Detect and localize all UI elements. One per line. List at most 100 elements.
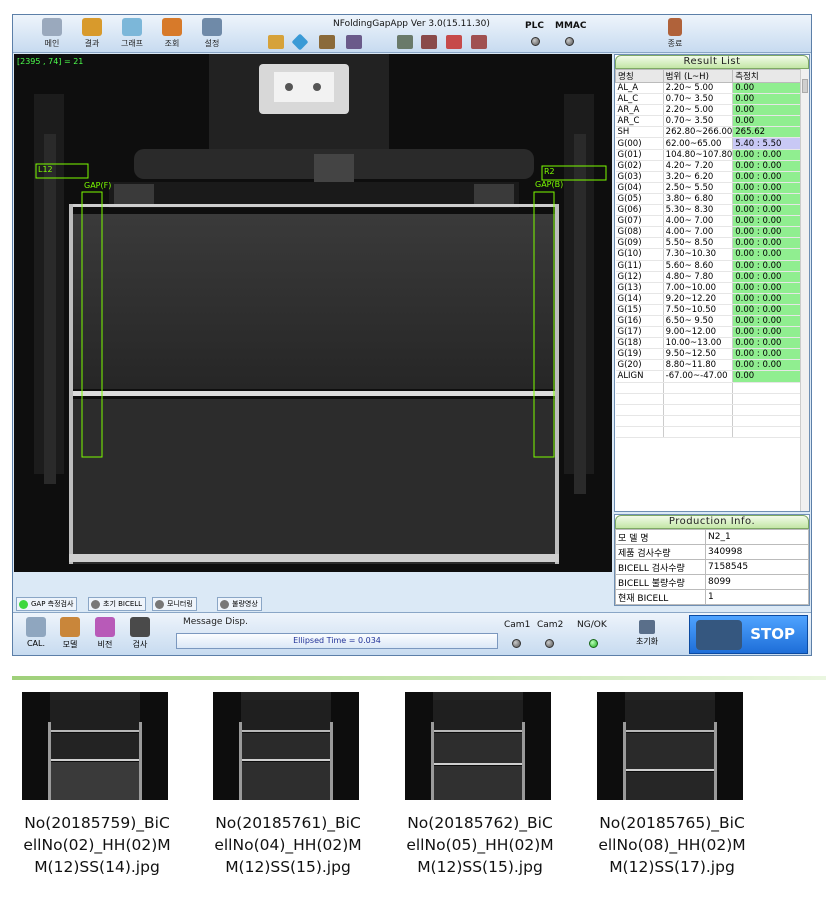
roi-left-gap-label: GAP(F) bbox=[84, 181, 112, 190]
result-name: SH bbox=[615, 126, 664, 139]
tab-defect-image[interactable]: 불량영상 bbox=[217, 597, 262, 611]
camera-icon[interactable] bbox=[319, 35, 335, 49]
tab-label: 초기 BICELL bbox=[103, 600, 143, 608]
result-name: G(07) bbox=[615, 215, 664, 228]
window-icon[interactable] bbox=[471, 35, 487, 49]
reset-button[interactable]: 초기화 bbox=[629, 618, 665, 652]
stop-button[interactable]: STOP bbox=[689, 615, 808, 654]
camera-view[interactable]: [2395 , 74] = 21 L12 GAP(F) R2 GAP(B) bbox=[14, 54, 612, 572]
diamond-icon[interactable] bbox=[291, 33, 309, 51]
result-row[interactable]: G(10) 7.30~10.30 0.00 : 0.00 bbox=[615, 248, 801, 261]
file-item[interactable]: No(20185762)_BiCellNo(05)_HH(02)MM(12)SS… bbox=[405, 692, 555, 878]
tab-monitoring[interactable]: 모니터링 bbox=[152, 597, 197, 611]
result-range: 9.50~12.50 bbox=[663, 348, 734, 361]
copy-icon[interactable] bbox=[397, 35, 413, 49]
result-row[interactable]: G(11) 5.60~ 8.60 0.00 : 0.00 bbox=[615, 260, 801, 272]
col-value-header: 측정치 bbox=[732, 69, 801, 83]
result-row[interactable]: G(12) 4.80~ 7.80 0.00 : 0.00 bbox=[615, 271, 801, 283]
search-icon bbox=[162, 18, 182, 36]
production-value: N2_1 bbox=[705, 529, 809, 545]
thumbnail-image bbox=[22, 692, 168, 800]
result-row[interactable]: G(04) 2.50~ 5.50 0.00 : 0.00 bbox=[615, 182, 801, 194]
settings-label: 설정 bbox=[204, 39, 220, 48]
tab-gap-inspection[interactable]: GAP 측정검사 bbox=[16, 597, 78, 611]
result-range: 3.20~ 6.20 bbox=[663, 171, 734, 183]
result-row[interactable]: G(08) 4.00~ 7.00 0.00 : 0.00 bbox=[615, 226, 801, 239]
result-row[interactable]: AL_A 2.20~ 5.00 0.00 bbox=[615, 82, 801, 95]
file-item[interactable]: No(20185765)_BiCellNo(08)_HH(02)MM(12)SS… bbox=[597, 692, 747, 878]
settings-button[interactable]: 설정 bbox=[195, 18, 229, 50]
result-value: 0.00 : 0.00 bbox=[732, 171, 801, 183]
result-row[interactable]: G(09) 5.50~ 8.50 0.00 : 0.00 bbox=[615, 237, 801, 250]
gear-icon bbox=[696, 620, 742, 650]
grid-icon[interactable] bbox=[446, 35, 462, 49]
result-value: 0.00 : 0.00 bbox=[732, 248, 801, 261]
result-range: -67.00~-47.00 bbox=[663, 370, 734, 383]
result-row[interactable]: G(01) 104.80~107.80 0.00 : 0.00 bbox=[615, 149, 801, 161]
file-thumbnail bbox=[22, 692, 168, 800]
graph-button[interactable]: 그래프 bbox=[115, 18, 149, 50]
result-name: G(12) bbox=[615, 271, 664, 283]
result-row[interactable]: G(06) 5.30~ 8.30 0.00 : 0.00 bbox=[615, 204, 801, 217]
production-row: BICELL 검사수량 7158545 bbox=[615, 559, 809, 575]
main-icon bbox=[42, 18, 62, 36]
inspect-icon bbox=[130, 617, 150, 637]
tab-status-dot bbox=[220, 600, 229, 609]
thumbnail-image bbox=[405, 692, 551, 800]
ngok-status-led bbox=[589, 639, 598, 648]
result-scrollbar[interactable] bbox=[800, 69, 809, 511]
empty-row bbox=[615, 393, 801, 405]
result-row[interactable]: ALIGN -67.00~-47.00 0.00 bbox=[615, 370, 801, 383]
inspect-label: 검사 bbox=[132, 640, 148, 649]
calibration-button[interactable]: CAL. bbox=[21, 617, 51, 653]
result-row[interactable]: AL_C 0.70~ 3.50 0.00 bbox=[615, 93, 801, 106]
result-row[interactable]: G(05) 3.80~ 6.80 0.00 : 0.00 bbox=[615, 193, 801, 206]
result-name: G(20) bbox=[615, 359, 664, 372]
result-row[interactable]: G(03) 3.20~ 6.20 0.00 : 0.00 bbox=[615, 171, 801, 183]
result-row[interactable]: SH 262.80~266.00 265.62 bbox=[615, 126, 801, 139]
result-row[interactable]: G(02) 4.20~ 7.20 0.00 : 0.00 bbox=[615, 160, 801, 172]
scrollbar-thumb[interactable] bbox=[802, 79, 808, 93]
result-row[interactable]: G(17) 9.00~12.00 0.00 : 0.00 bbox=[615, 326, 801, 339]
production-row: 제품 검사수량 340998 bbox=[615, 544, 809, 560]
result-row[interactable]: G(13) 7.00~10.00 0.00 : 0.00 bbox=[615, 282, 801, 294]
production-value: 340998 bbox=[705, 544, 809, 560]
tab-initial-bicell[interactable]: 초기 BICELL bbox=[88, 597, 147, 611]
result-icon bbox=[82, 18, 102, 36]
result-row[interactable]: AR_A 2.20~ 5.00 0.00 bbox=[615, 104, 801, 117]
result-row[interactable]: G(18) 10.00~13.00 0.00 : 0.00 bbox=[615, 337, 801, 350]
file-item[interactable]: No(20185761)_BiCellNo(04)_HH(02)MM(12)SS… bbox=[213, 692, 363, 878]
result-value: 0.00 : 0.00 bbox=[732, 237, 801, 250]
graph-label: 그래프 bbox=[120, 39, 144, 48]
main-button[interactable]: 메인 bbox=[35, 18, 69, 50]
empty-row bbox=[615, 415, 801, 427]
reset-label: 초기화 bbox=[635, 637, 659, 646]
result-button[interactable]: 결과 bbox=[75, 18, 109, 50]
result-row[interactable]: G(00) 62.00~65.00 5.40 : 5.50 bbox=[615, 137, 801, 150]
result-row[interactable]: G(14) 9.20~12.20 0.00 : 0.00 bbox=[615, 293, 801, 305]
app-title: NFoldingGapApp Ver 3.0(15.11.30) bbox=[333, 19, 490, 29]
exit-button[interactable]: 종료 bbox=[658, 18, 692, 50]
production-label: 모 델 명 bbox=[615, 529, 706, 545]
paste-icon[interactable] bbox=[421, 35, 437, 49]
vision-button[interactable]: 비전 bbox=[90, 617, 120, 653]
result-table-header: 명칭 범위 (L~H) 측정치 bbox=[615, 69, 801, 83]
inspect-button[interactable]: 검사 bbox=[125, 617, 155, 653]
folder-icon[interactable] bbox=[268, 35, 284, 49]
camera-settings-icon[interactable] bbox=[346, 35, 362, 49]
production-info-panel: Production Info. 모 델 명 N2_1 제품 검사수량 340998 B… bbox=[614, 514, 810, 606]
graph-icon bbox=[122, 18, 142, 36]
result-name: G(03) bbox=[615, 171, 664, 183]
result-row[interactable]: AR_C 0.70~ 3.50 0.00 bbox=[615, 115, 801, 128]
result-row[interactable]: G(15) 7.50~10.50 0.00 : 0.00 bbox=[615, 304, 801, 316]
result-row[interactable]: G(19) 9.50~12.50 0.00 : 0.00 bbox=[615, 348, 801, 361]
result-row[interactable]: G(07) 4.00~ 7.00 0.00 : 0.00 bbox=[615, 215, 801, 228]
result-row[interactable]: G(20) 8.80~11.80 0.00 : 0.00 bbox=[615, 359, 801, 372]
result-row[interactable]: G(16) 6.50~ 9.50 0.00 : 0.00 bbox=[615, 315, 801, 328]
model-button[interactable]: 모델 bbox=[55, 617, 85, 653]
result-range: 5.50~ 8.50 bbox=[663, 237, 734, 250]
ngok-label: NG/OK bbox=[577, 620, 607, 630]
file-item[interactable]: No(20185759)_BiCellNo(02)_HH(02)MM(12)SS… bbox=[22, 692, 172, 878]
result-range: 7.50~10.50 bbox=[663, 304, 734, 316]
query-button[interactable]: 조회 bbox=[155, 18, 189, 50]
